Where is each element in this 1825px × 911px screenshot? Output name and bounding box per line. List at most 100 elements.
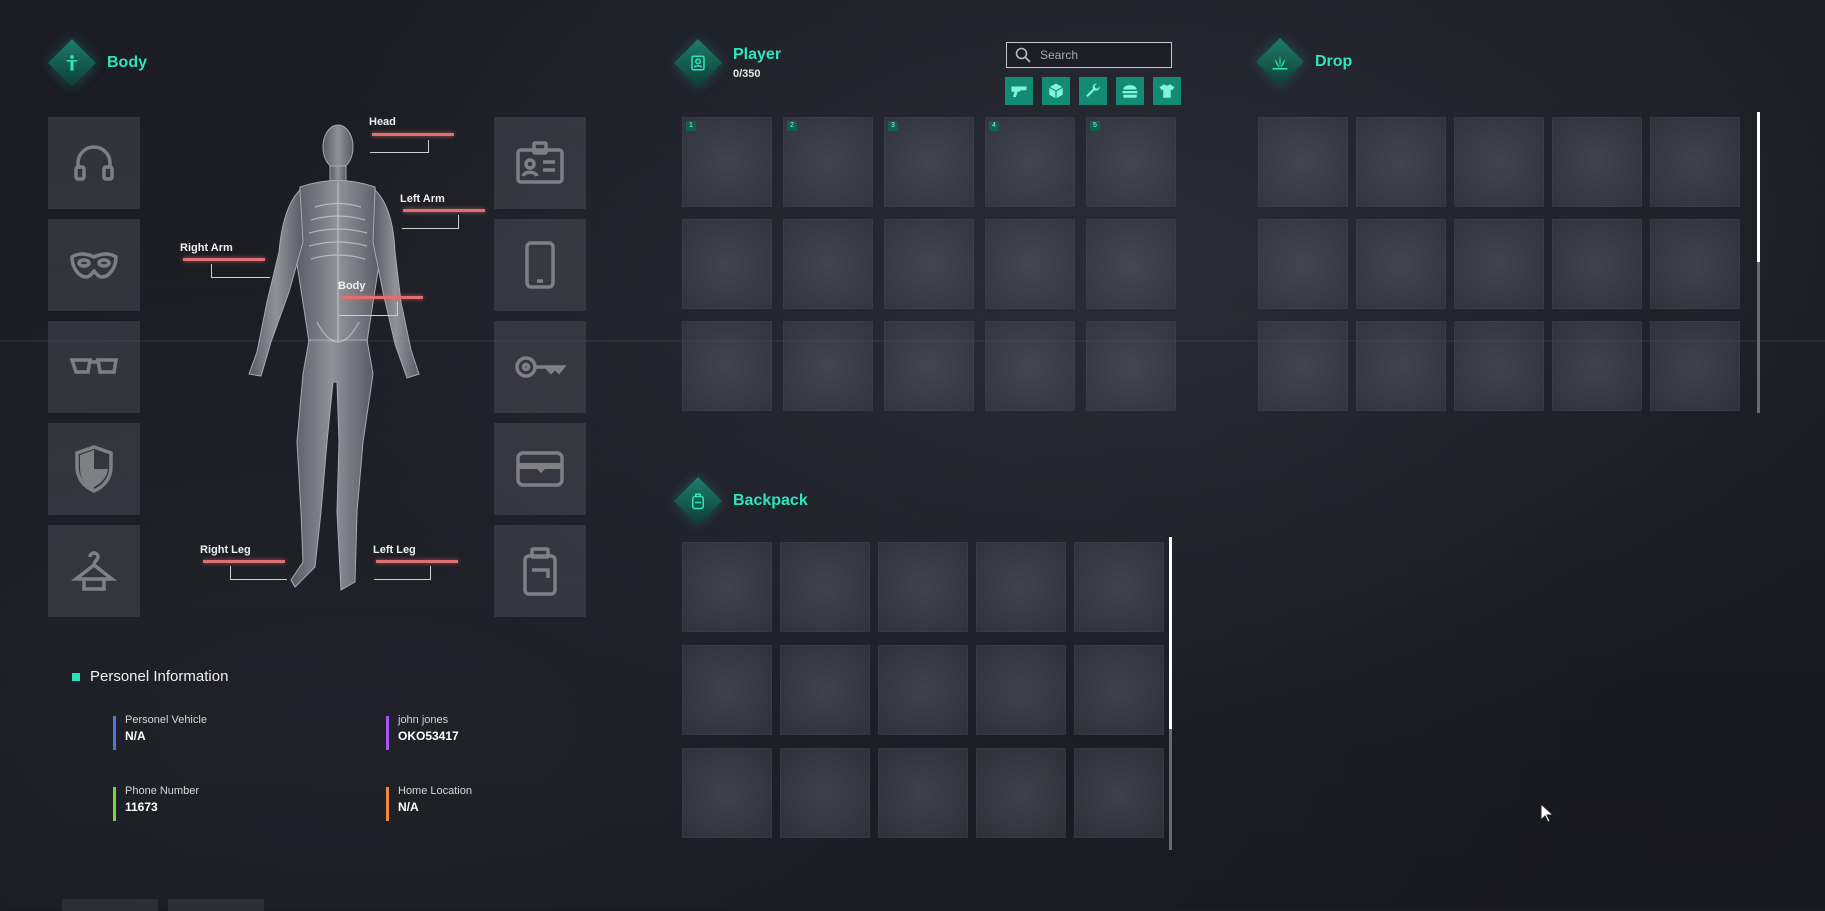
glasses-icon [69,358,119,374]
backpack-inventory-slot[interactable] [682,748,772,838]
left-leg-label: Left Leg [373,544,416,556]
vehicle-color-bar [113,716,116,750]
slot-number: 2 [787,121,797,131]
id-card-slot[interactable] [494,117,586,209]
shirt-icon [1159,84,1175,98]
backpack-inventory-slot[interactable] [1074,542,1164,632]
bottom-button-1[interactable] [62,899,158,911]
player-inventory-slot[interactable] [884,321,974,411]
armor-slot[interactable] [48,423,140,515]
backpack-inventory-slot[interactable] [976,645,1066,735]
backpack-inventory-slot[interactable] [878,542,968,632]
player-inventory-slot[interactable] [884,219,974,309]
bag-icon [523,547,557,596]
player-inventory-slot[interactable] [783,321,873,411]
drop-scroll-thumb[interactable] [1757,112,1760,262]
drop-inventory-slot[interactable] [1650,219,1740,309]
player-inventory-slot[interactable] [682,321,772,411]
drop-inventory-slot[interactable] [1258,117,1348,207]
bottom-button-2[interactable] [168,899,264,911]
drop-inventory-slot[interactable] [1454,321,1544,411]
player-inventory-slot[interactable] [985,321,1075,411]
filter-weapons-button[interactable] [1005,77,1033,105]
drop-inventory-slot[interactable] [1552,219,1642,309]
name-info: john jones OKO53417 [386,714,459,750]
slot-number: 3 [888,121,898,131]
mouse-cursor-icon [1540,803,1554,823]
drop-inventory-slot[interactable] [1356,321,1446,411]
backpack-inventory-slot[interactable] [780,645,870,735]
backpack-inventory-slot[interactable] [1074,748,1164,838]
filter-clothing-button[interactable] [1153,77,1181,105]
vehicle-label: Personel Vehicle [125,714,207,726]
player-inventory-slot[interactable]: 1 [682,117,772,207]
player-inventory-slot[interactable]: 2 [783,117,873,207]
hanger-slot[interactable] [48,525,140,617]
wallet-slot[interactable] [494,423,586,515]
drop-inventory-slot[interactable] [1650,117,1740,207]
slot-number: 1 [686,121,696,131]
phone-slot[interactable] [494,219,586,311]
info-title: Personel Information [90,668,229,685]
drop-inventory-slot[interactable] [1552,321,1642,411]
player-inventory-slot[interactable] [985,219,1075,309]
right-arm-pointer [211,264,270,278]
headphones-icon [74,145,114,181]
player-inventory-slot[interactable]: 5 [1086,117,1176,207]
left-leg-pointer [374,566,431,580]
gun-icon [1011,86,1027,97]
head-pointer [370,140,429,153]
bag-slot[interactable] [494,525,586,617]
filter-items-button[interactable] [1042,77,1070,105]
right-leg-label: Right Leg [200,544,251,556]
drop-inventory-slot[interactable] [1552,117,1642,207]
glasses-slot[interactable] [48,321,140,413]
name-value: OKO53417 [398,729,459,743]
backpack-inventory-slot[interactable] [1074,645,1164,735]
slot-number: 5 [1090,121,1100,131]
person-icon [47,38,97,88]
home-color-bar [386,787,389,821]
phone-icon [525,241,555,289]
search-icon [1015,47,1031,63]
phone-label: Phone Number [125,785,199,797]
search-input[interactable] [1038,47,1162,63]
backpack-scroll-thumb[interactable] [1169,537,1172,729]
player-header: Player 0/350 [673,38,781,88]
key-icon [515,356,567,378]
backpack-inventory-slot[interactable] [682,645,772,735]
headphones-slot[interactable] [48,117,140,209]
player-inventory-slot[interactable] [783,219,873,309]
player-weight: 0/350 [733,68,761,80]
key-slot[interactable] [494,321,586,413]
player-inventory-slot[interactable]: 3 [884,117,974,207]
body-figure [248,124,420,591]
player-inventory-slot[interactable] [682,219,772,309]
backpack-inventory-slot[interactable] [878,748,968,838]
drop-inventory-slot[interactable] [1258,219,1348,309]
mask-slot[interactable] [48,219,140,311]
player-inventory-slot[interactable]: 4 [985,117,1075,207]
drop-inventory-slot[interactable] [1356,219,1446,309]
backpack-inventory-slot[interactable] [878,645,968,735]
backpack-icon [673,476,723,526]
filter-tools-button[interactable] [1079,77,1107,105]
player-inventory-slot[interactable] [1086,321,1176,411]
backpack-inventory-slot[interactable] [976,542,1066,632]
backpack-inventory-slot[interactable] [976,748,1066,838]
slot-number: 4 [989,121,999,131]
drop-inventory-slot[interactable] [1356,117,1446,207]
filter-food-button[interactable] [1116,77,1144,105]
backpack-inventory-slot[interactable] [780,542,870,632]
drop-inventory-slot[interactable] [1258,321,1348,411]
backpack-header: Backpack [673,476,808,526]
player-inventory-slot[interactable] [1086,219,1176,309]
search-box[interactable] [1006,42,1172,68]
backpack-inventory-slot[interactable] [780,748,870,838]
drop-inventory-slot[interactable] [1454,219,1544,309]
right-leg-pointer [230,566,287,580]
drop-inventory-slot[interactable] [1454,117,1544,207]
id-card-icon [516,141,564,184]
backpack-inventory-slot[interactable] [682,542,772,632]
drop-inventory-slot[interactable] [1650,321,1740,411]
